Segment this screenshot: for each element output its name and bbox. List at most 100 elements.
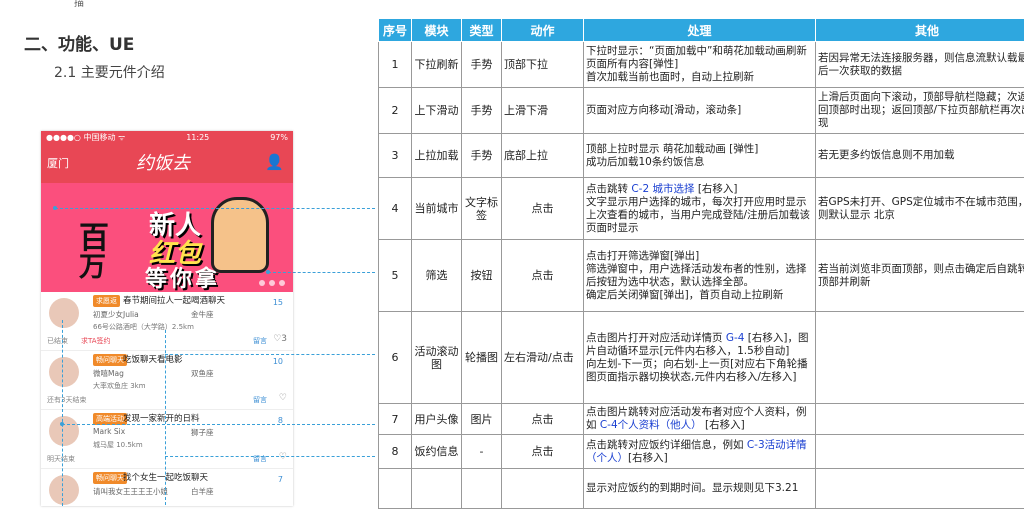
cell-process: 显示对应饭约的到期时间。显示规则见下3.21 <box>584 469 816 509</box>
connector-line <box>268 272 375 273</box>
cell-no: 8 <box>379 435 412 469</box>
current-city-label[interactable]: 厦门 <box>47 155 69 171</box>
cell-other <box>816 469 1024 509</box>
feed-zodiac: 白羊座 <box>191 486 214 497</box>
table-row: 3上拉加载手势底部上拉顶部上拉时显示 萌花加载动画 [弹性] 成功后加载10条约… <box>379 134 1024 178</box>
cell-other: 若无更多约饭信息则不用加载 <box>816 134 1024 178</box>
page-link[interactable]: C-2 城市选择 <box>631 183 694 195</box>
feed-zodiac: 狮子座 <box>191 427 214 438</box>
table-header-cell: 其他 <box>816 19 1024 42</box>
banner-carousel[interactable]: 百 万 新人 红包 等你拿 <box>41 183 293 292</box>
table-row: 6活动滚动图轮播图左右滑动/点击点击图片打开对应活动详情页 G-4 [右移入]，… <box>379 312 1024 404</box>
like-button[interactable]: ♡3 <box>273 334 287 344</box>
connector-line <box>62 424 375 425</box>
like-count: 3 <box>281 334 287 344</box>
cell-no: 5 <box>379 240 412 312</box>
cell-other: 若因异常无法连接服务器，则信息流默认载最后一次获取的数据 <box>816 42 1024 88</box>
feed-join-count: 7 <box>278 475 283 484</box>
feed-item[interactable]: 高端活动发现一家新开的日料Mark Six狮子座城马屋 10.5km明天结束8留… <box>41 410 293 469</box>
feed-item[interactable]: 畅问聊天吃饭聊天看电影微嘻Mag双鱼座大率欢鱼庄 3km还有3天结束10留言♡ <box>41 351 293 410</box>
cell-process: 点击打开筛选弹窗[弹出] 筛选弹窗中，用户选择活动发布者的性别，选择后按钮为选中… <box>584 240 816 312</box>
cell-module: 上下滑动 <box>412 88 462 134</box>
proc-text: 下拉时显示：“页面加载中”和萌花加载动画刷新页面所有内容[弹性] 首次加载当前也… <box>586 45 807 83</box>
feed-item[interactable]: 求愿返春节期间拉人一起喝酒聊天初夏少女Julia金牛座66号公路酒吧（大学路）2… <box>41 292 293 351</box>
category-tag: 求愿返 <box>93 295 120 307</box>
filter-user-icon[interactable]: 👤 <box>265 153 284 171</box>
like-button[interactable]: ♡ <box>279 452 287 462</box>
table-header-cell: 类型 <box>462 19 502 42</box>
cell-action <box>502 469 584 509</box>
page-link[interactable]: G-4 <box>726 332 745 344</box>
comment-button[interactable]: 留言 <box>253 336 267 346</box>
cell-type: 图片 <box>462 404 502 435</box>
status-bar: ●●●●○ 中国移动 ᯤ 11:25 97% <box>41 131 293 143</box>
proc-text: [右移入] <box>702 419 745 431</box>
table-row: 2上下滑动手势上滑下滑页面对应方向移动[滑动，滚动条]上滑后页面向下滚动，顶部导… <box>379 88 1024 134</box>
carousel-indicator <box>259 280 285 286</box>
status-time: 11:25 <box>186 133 209 142</box>
feed-zodiac: 双鱼座 <box>191 368 214 379</box>
cell-module: 当前城市 <box>412 178 462 240</box>
proc-text: 点击打开筛选弹窗[弹出] 筛选弹窗中，用户选择活动发布者的性别，选择后按钮为选中… <box>586 250 807 301</box>
user-avatar[interactable] <box>49 475 79 505</box>
feed-location: 66号公路酒吧（大学路）2.5km <box>93 322 194 332</box>
cell-type: 手势 <box>462 42 502 88</box>
cell-module: 饭约信息 <box>412 435 462 469</box>
cell-other <box>816 404 1024 435</box>
cell-action: 上滑下滑 <box>502 88 584 134</box>
cell-process: 顶部上拉时显示 萌花加载动画 [弹性] 成功后加载10条约饭信息 <box>584 134 816 178</box>
feed-join-count: 10 <box>273 357 283 366</box>
user-avatar[interactable] <box>49 416 79 446</box>
cell-module <box>412 469 462 509</box>
subsection-title: 2.1 主要元件介绍 <box>54 62 165 82</box>
connector-line <box>62 320 63 506</box>
cell-other: 若GPS未打开、GPS定位城市不在城市范围，则默认显示 北京 <box>816 178 1024 240</box>
cell-action: 左右滑动/点击 <box>502 312 584 404</box>
feed-username: 初夏少女Julia <box>93 309 139 320</box>
app-logo: 约饭去 <box>136 149 190 175</box>
connector-line <box>165 330 166 505</box>
feed-title: 发现一家新开的日料 <box>123 412 200 424</box>
feed-username: Mark Six <box>93 427 125 436</box>
connector-line <box>165 456 375 457</box>
like-button[interactable]: ♡ <box>279 393 287 403</box>
user-avatar[interactable] <box>49 298 79 328</box>
cell-action: 点击 <box>502 404 584 435</box>
user-avatar[interactable] <box>49 357 79 387</box>
cell-type: 按钮 <box>462 240 502 312</box>
table-header-cell: 处理 <box>584 19 816 42</box>
cell-no: 2 <box>379 88 412 134</box>
table-row: 1下拉刷新手势顶部下拉下拉时显示：“页面加载中”和萌花加载动画刷新页面所有内容[… <box>379 42 1024 88</box>
cell-no: 3 <box>379 134 412 178</box>
status-battery: 97% <box>270 133 288 142</box>
feed-username: 微嘻Mag <box>93 368 124 379</box>
cell-process: 点击跳转 C-2 城市选择 [右移入] 文字显示用户选择的城市，每次打开应用时显… <box>584 178 816 240</box>
table-row: 8饭约信息-点击点击跳转对应饭约详细信息，例如 C-3活动详情（个人）[右移入] <box>379 435 1024 469</box>
section-title: 二、功能、UE <box>24 30 134 55</box>
comment-button[interactable]: 留言 <box>253 395 267 405</box>
cell-type: 手势 <box>462 134 502 178</box>
table-header-cell: 动作 <box>502 19 584 42</box>
table-header-cell: 模块 <box>412 19 462 42</box>
cell-module: 下拉刷新 <box>412 42 462 88</box>
cell-module: 活动滚动图 <box>412 312 462 404</box>
feed-item[interactable]: 畅问聊天找个女生一起吃饭聊天请叫我女王王王王小姐白羊座7♡ <box>41 469 293 506</box>
cell-action: 点击 <box>502 435 584 469</box>
app-navbar: 厦门 约饭去 👤 <box>41 143 293 183</box>
app-mockup: ●●●●○ 中国移动 ᯤ 11:25 97% 厦门 约饭去 👤 百 万 新人 红… <box>41 131 293 506</box>
cell-no: 7 <box>379 404 412 435</box>
connector-line <box>55 208 375 209</box>
spec-table: 序号模块类型动作处理其他 1下拉刷新手势顶部下拉下拉时显示：“页面加载中”和萌花… <box>378 18 1024 509</box>
proc-text: 点击图片打开对应活动详情页 <box>586 332 726 344</box>
cell-process: 点击图片打开对应活动详情页 G-4 [右移入]，图片自动循环显示[元件内右移入，… <box>584 312 816 404</box>
connector-dot <box>266 270 270 274</box>
cell-type: 手势 <box>462 88 502 134</box>
feed-join-count: 15 <box>273 298 283 307</box>
page-link[interactable]: C-4个人资料（他人） <box>600 419 702 431</box>
proc-text: 显示对应饭约的到期时间。显示规则见下3.21 <box>586 482 798 494</box>
cell-action: 点击 <box>502 178 584 240</box>
cell-no: 6 <box>379 312 412 404</box>
feed-zodiac: 金牛座 <box>191 309 214 320</box>
cell-other <box>816 435 1024 469</box>
proc-text: 点击跳转 <box>586 183 631 195</box>
